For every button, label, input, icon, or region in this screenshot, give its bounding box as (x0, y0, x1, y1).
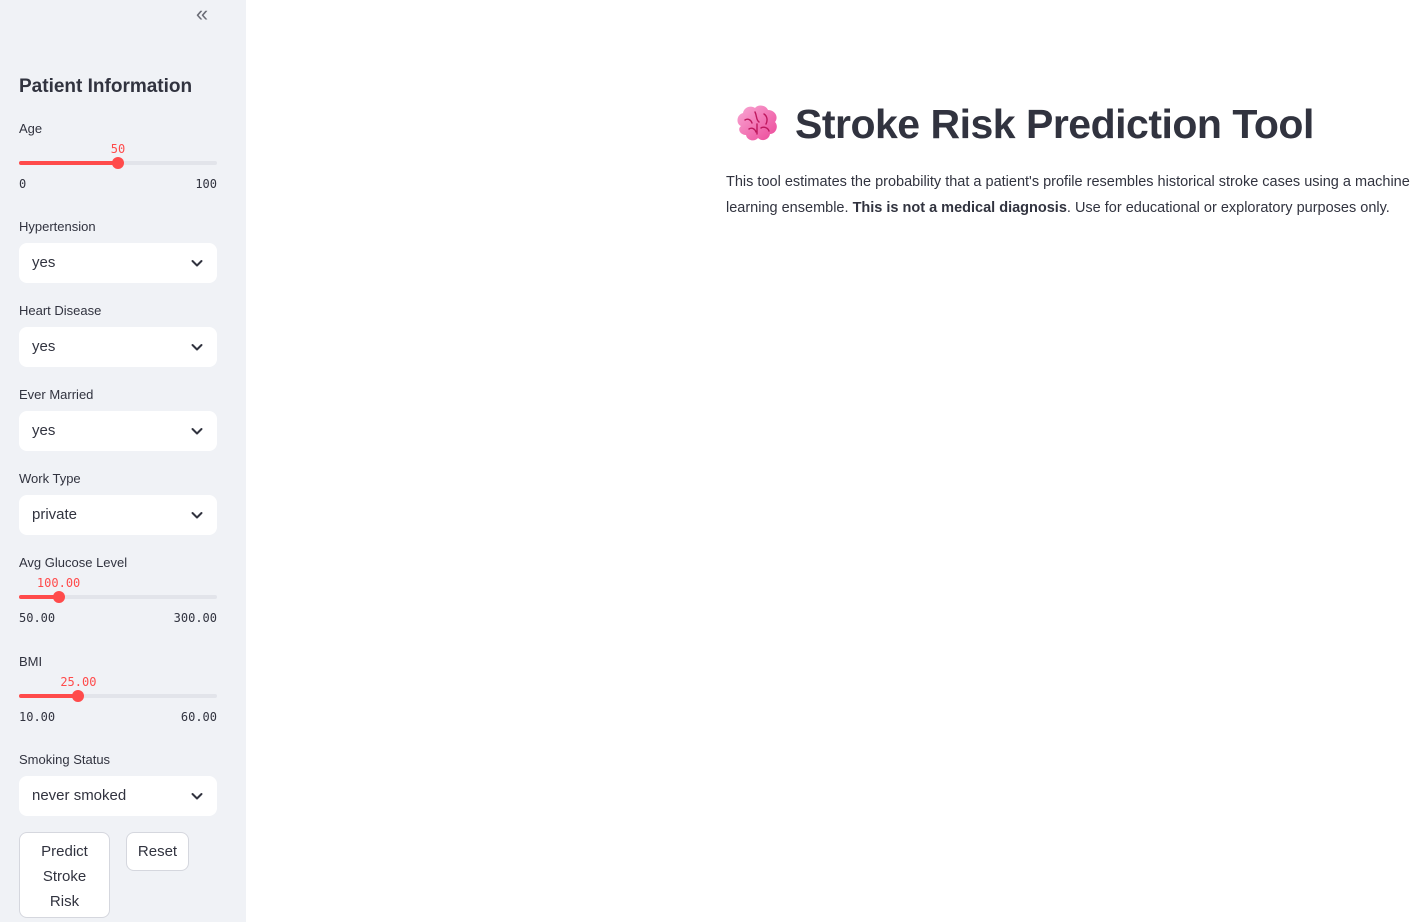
page-description: This tool estimates the probability that… (726, 170, 1426, 221)
bmi-label: BMI (19, 654, 43, 669)
smoking-label: Smoking Status (19, 752, 111, 767)
chevron-down-icon (191, 428, 203, 435)
description-text-end: . Use for educational or exploratory pur… (1066, 199, 1390, 216)
age-min: 0 (19, 177, 27, 191)
age-max: 100 (195, 177, 217, 191)
glucose-slider-thumb[interactable] (52, 591, 65, 603)
ever-married-selected: yes (32, 422, 56, 439)
chevron-down-icon (191, 512, 203, 519)
heart-disease-selected: yes (32, 338, 56, 355)
work-type-select[interactable]: private (19, 495, 217, 535)
bmi-value: 25.00 (60, 675, 97, 689)
age-slider[interactable]: 50 0 100 (19, 142, 217, 202)
heart-disease-select[interactable]: yes (19, 327, 217, 367)
collapse-sidebar-icon[interactable]: « (190, 3, 214, 26)
bmi-min: 10.00 (19, 710, 56, 724)
work-type-selected: private (32, 506, 78, 523)
bmi-slider-thumb[interactable] (72, 690, 85, 702)
chevron-down-icon (191, 260, 203, 267)
bmi-slider-track[interactable] (19, 690, 217, 702)
bmi-max: 60.00 (180, 710, 217, 724)
age-slider-thumb[interactable] (112, 157, 124, 169)
ever-married-label: Ever Married (19, 387, 94, 402)
smoking-selected: never smoked (32, 787, 127, 804)
page-title: Stroke Risk Prediction Tool (795, 100, 1314, 147)
page-header: Stroke Risk Prediction Tool (733, 100, 1314, 148)
hypertension-selected: yes (32, 254, 56, 271)
chevron-down-icon (191, 344, 203, 351)
sidebar-title: Patient Information (19, 76, 193, 97)
chevron-down-icon (191, 793, 203, 800)
heart-disease-label: Heart Disease (19, 303, 102, 318)
glucose-min: 50.00 (19, 611, 56, 625)
ever-married-select[interactable]: yes (19, 411, 217, 451)
bmi-slider-fill (19, 694, 79, 698)
hypertension-label: Hypertension (19, 219, 96, 234)
age-value: 50 (110, 142, 126, 156)
reset-button[interactable]: Reset (126, 832, 189, 871)
age-slider-fill (19, 161, 118, 165)
age-label: Age (19, 121, 43, 136)
glucose-max: 300.00 (173, 611, 217, 625)
smoking-select[interactable]: never smoked (19, 776, 217, 816)
glucose-slider-track[interactable] (19, 591, 217, 603)
predict-stroke-risk-button[interactable]: Predict Stroke Risk (19, 832, 110, 918)
brain-icon (737, 105, 777, 141)
glucose-value: 100.00 (36, 576, 81, 590)
work-type-label: Work Type (19, 471, 81, 486)
disclaimer-bold: This is not a medical diagnosis (852, 199, 1067, 216)
glucose-label: Avg Glucose Level (19, 555, 128, 570)
glucose-slider[interactable]: 100.00 50.00 300.00 (19, 576, 217, 636)
bmi-slider[interactable]: 25.00 10.00 60.00 (19, 675, 217, 735)
age-slider-track[interactable] (19, 157, 217, 169)
sidebar: « Patient Information Age 50 0 100 Hyper… (0, 0, 246, 922)
hypertension-select[interactable]: yes (19, 243, 217, 283)
